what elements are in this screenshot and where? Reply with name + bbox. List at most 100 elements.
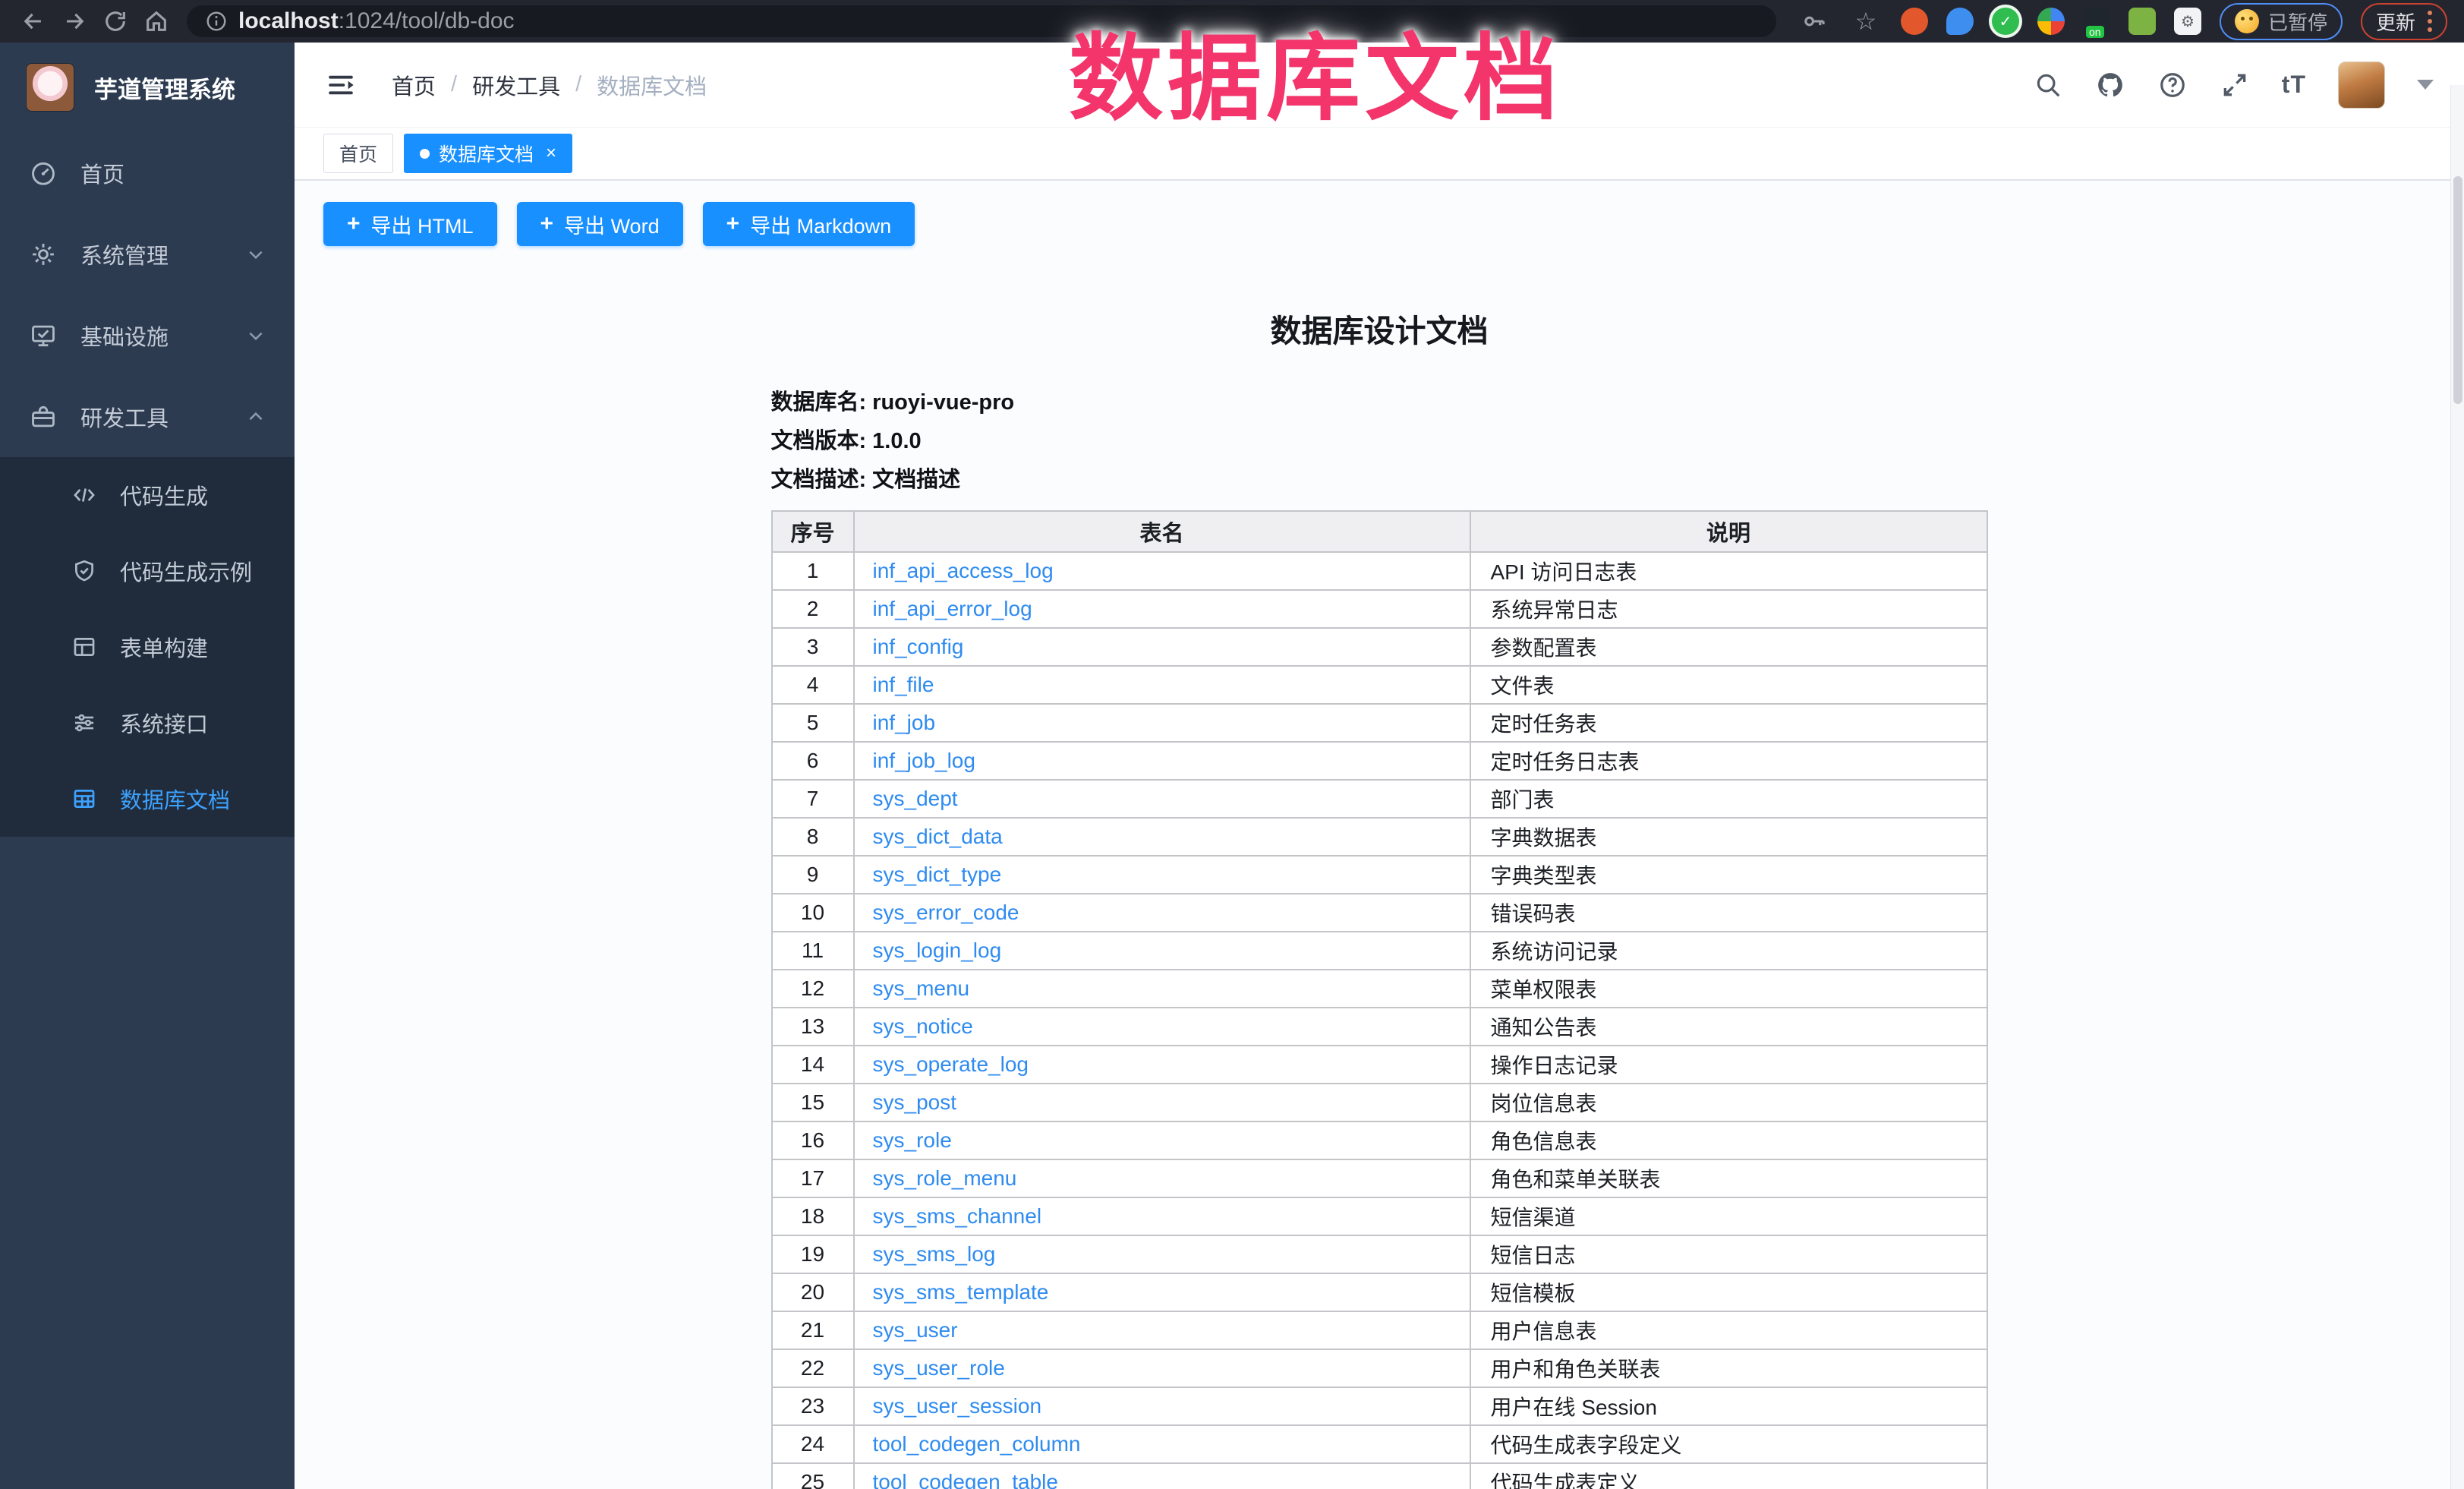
- tag-home[interactable]: 首页: [323, 134, 393, 173]
- table-description: 定时任务日志表: [1470, 742, 1987, 780]
- paused-extension-chip[interactable]: 已暂停: [2220, 3, 2343, 40]
- table-name-link[interactable]: sys_role_menu: [873, 1166, 1017, 1190]
- sidebar-item-codegen[interactable]: 代码生成: [0, 457, 295, 533]
- sidebar-item-label: 系统接口: [120, 707, 208, 739]
- table-name-link[interactable]: sys_user_session: [873, 1394, 1042, 1418]
- table-name-link[interactable]: sys_dict_data: [873, 825, 1003, 848]
- breadcrumb-devtools[interactable]: 研发工具: [472, 69, 560, 101]
- browser-forward-icon[interactable]: [58, 5, 91, 38]
- extension-icon-4[interactable]: [2037, 8, 2065, 35]
- table-description: 定时任务表: [1470, 704, 1987, 742]
- extension-icon-3[interactable]: ✓: [1992, 8, 2019, 35]
- monitor-icon: [29, 321, 58, 350]
- table-name-link[interactable]: sys_post: [873, 1090, 957, 1114]
- browser-back-icon[interactable]: [17, 5, 50, 38]
- browser-home-icon[interactable]: [140, 5, 173, 38]
- url-host: localhost: [238, 8, 339, 33]
- table-name-link[interactable]: sys_error_code: [873, 901, 1019, 924]
- table-description: 角色和菜单关联表: [1470, 1159, 1987, 1197]
- table-name-link[interactable]: tool_codegen_table: [873, 1470, 1058, 1489]
- extension-icon-5[interactable]: on: [2083, 8, 2110, 35]
- sidebar-item-devtools[interactable]: 研发工具: [0, 376, 295, 457]
- sidebar-item-home[interactable]: 首页: [0, 132, 295, 213]
- table-name-link[interactable]: sys_user: [873, 1318, 958, 1342]
- plus-icon: +: [726, 213, 740, 235]
- address-bar[interactable]: localhost:1024/tool/db-doc: [187, 5, 1776, 37]
- search-icon[interactable]: [2033, 70, 2063, 100]
- breadcrumb-home[interactable]: 首页: [392, 69, 436, 101]
- sidebar-item-label: 代码生成示例: [120, 555, 252, 587]
- row-index: 20: [772, 1273, 854, 1311]
- table-description: 用户信息表: [1470, 1311, 1987, 1349]
- tag-db-doc[interactable]: 数据库文档 ×: [404, 134, 572, 173]
- sidebar-item-api[interactable]: 系统接口: [0, 685, 295, 761]
- export-html-button[interactable]: + 导出 HTML: [323, 202, 497, 246]
- browser-menu-icon[interactable]: [2428, 11, 2432, 32]
- table-description: 短信日志: [1470, 1235, 1987, 1273]
- fullscreen-icon[interactable]: [2220, 70, 2250, 100]
- table-row: 10 sys_error_code 错误码表: [772, 894, 1987, 932]
- sidebar-item-infrastructure[interactable]: 基础设施: [0, 295, 295, 376]
- sidebar-item-system[interactable]: 系统管理: [0, 213, 295, 295]
- table-name-link[interactable]: inf_job_log: [873, 749, 975, 772]
- row-index: 2: [772, 590, 854, 628]
- table-name-link[interactable]: sys_sms_channel: [873, 1204, 1042, 1228]
- table-name-link[interactable]: sys_operate_log: [873, 1052, 1029, 1076]
- browser-refresh-icon[interactable]: [99, 5, 132, 38]
- page-scrollbar[interactable]: [2450, 85, 2464, 1489]
- table-name-link[interactable]: sys_menu: [873, 976, 970, 1000]
- bookmark-star-icon[interactable]: ☆: [1849, 5, 1883, 38]
- extensions-puzzle-icon[interactable]: ⚙: [2174, 8, 2201, 35]
- table-row: 23 sys_user_session 用户在线 Session: [772, 1387, 1987, 1425]
- navbar-actions: tT: [2033, 62, 2434, 109]
- table-row: 22 sys_user_role 用户和角色关联表: [772, 1349, 1987, 1387]
- table-name-link[interactable]: sys_sms_template: [873, 1280, 1049, 1304]
- export-word-button[interactable]: + 导出 Word: [517, 202, 683, 246]
- table-row: 8 sys_dict_data 字典数据表: [772, 818, 1987, 856]
- table-name-link[interactable]: sys_notice: [873, 1014, 973, 1038]
- row-index: 1: [772, 552, 854, 590]
- column-header-desc: 说明: [1470, 511, 1987, 552]
- table-name-link[interactable]: sys_dept: [873, 787, 958, 810]
- extension-icon-2[interactable]: [1946, 8, 1974, 35]
- row-index: 12: [772, 970, 854, 1008]
- table-name-link[interactable]: sys_login_log: [873, 939, 1002, 962]
- table-name-link[interactable]: inf_api_error_log: [873, 597, 1032, 620]
- logo-image: [26, 63, 74, 112]
- form-icon: [71, 634, 97, 660]
- table-name-link[interactable]: inf_api_access_log: [873, 559, 1054, 582]
- table-description: 代码生成表字段定义: [1470, 1425, 1987, 1463]
- sidebar-item-form-builder[interactable]: 表单构建: [0, 609, 295, 685]
- collapse-sidebar-icon[interactable]: [325, 69, 357, 101]
- table-description: API 访问日志表: [1470, 552, 1987, 590]
- table-name-link[interactable]: sys_sms_log: [873, 1242, 996, 1266]
- table-name-link[interactable]: inf_job: [873, 711, 936, 734]
- sidebar-item-db-doc[interactable]: 数据库文档: [0, 761, 295, 837]
- app-logo[interactable]: 芋道管理系统: [0, 43, 295, 132]
- table-name-link[interactable]: sys_dict_type: [873, 863, 1002, 886]
- user-avatar[interactable]: [2338, 62, 2385, 109]
- table-name-link[interactable]: sys_user_role: [873, 1356, 1005, 1380]
- table-name-link[interactable]: tool_codegen_column: [873, 1432, 1081, 1456]
- row-index: 6: [772, 742, 854, 780]
- user-menu-caret-icon[interactable]: [2417, 80, 2434, 90]
- table-name-link[interactable]: inf_file: [873, 673, 934, 696]
- table-name-link[interactable]: sys_role: [873, 1128, 952, 1152]
- extension-icon-6[interactable]: [2128, 8, 2156, 35]
- font-size-icon[interactable]: tT: [2282, 71, 2306, 99]
- scrollbar-thumb[interactable]: [2453, 176, 2462, 404]
- row-index: 5: [772, 704, 854, 742]
- help-icon[interactable]: [2157, 70, 2188, 100]
- table-name-link[interactable]: inf_config: [873, 635, 964, 658]
- password-key-icon[interactable]: [1798, 5, 1831, 38]
- sidebar-item-codegen-demo[interactable]: 代码生成示例: [0, 533, 295, 609]
- plus-icon: +: [347, 213, 361, 235]
- table-description: 错误码表: [1470, 894, 1987, 932]
- row-index: 3: [772, 628, 854, 666]
- close-tag-icon[interactable]: ×: [546, 144, 556, 162]
- site-info-icon[interactable]: [205, 10, 228, 33]
- export-markdown-button[interactable]: + 导出 Markdown: [703, 202, 915, 246]
- github-icon[interactable]: [2095, 70, 2125, 100]
- browser-update-button[interactable]: 更新: [2361, 3, 2447, 40]
- extension-icon-1[interactable]: [1901, 8, 1928, 35]
